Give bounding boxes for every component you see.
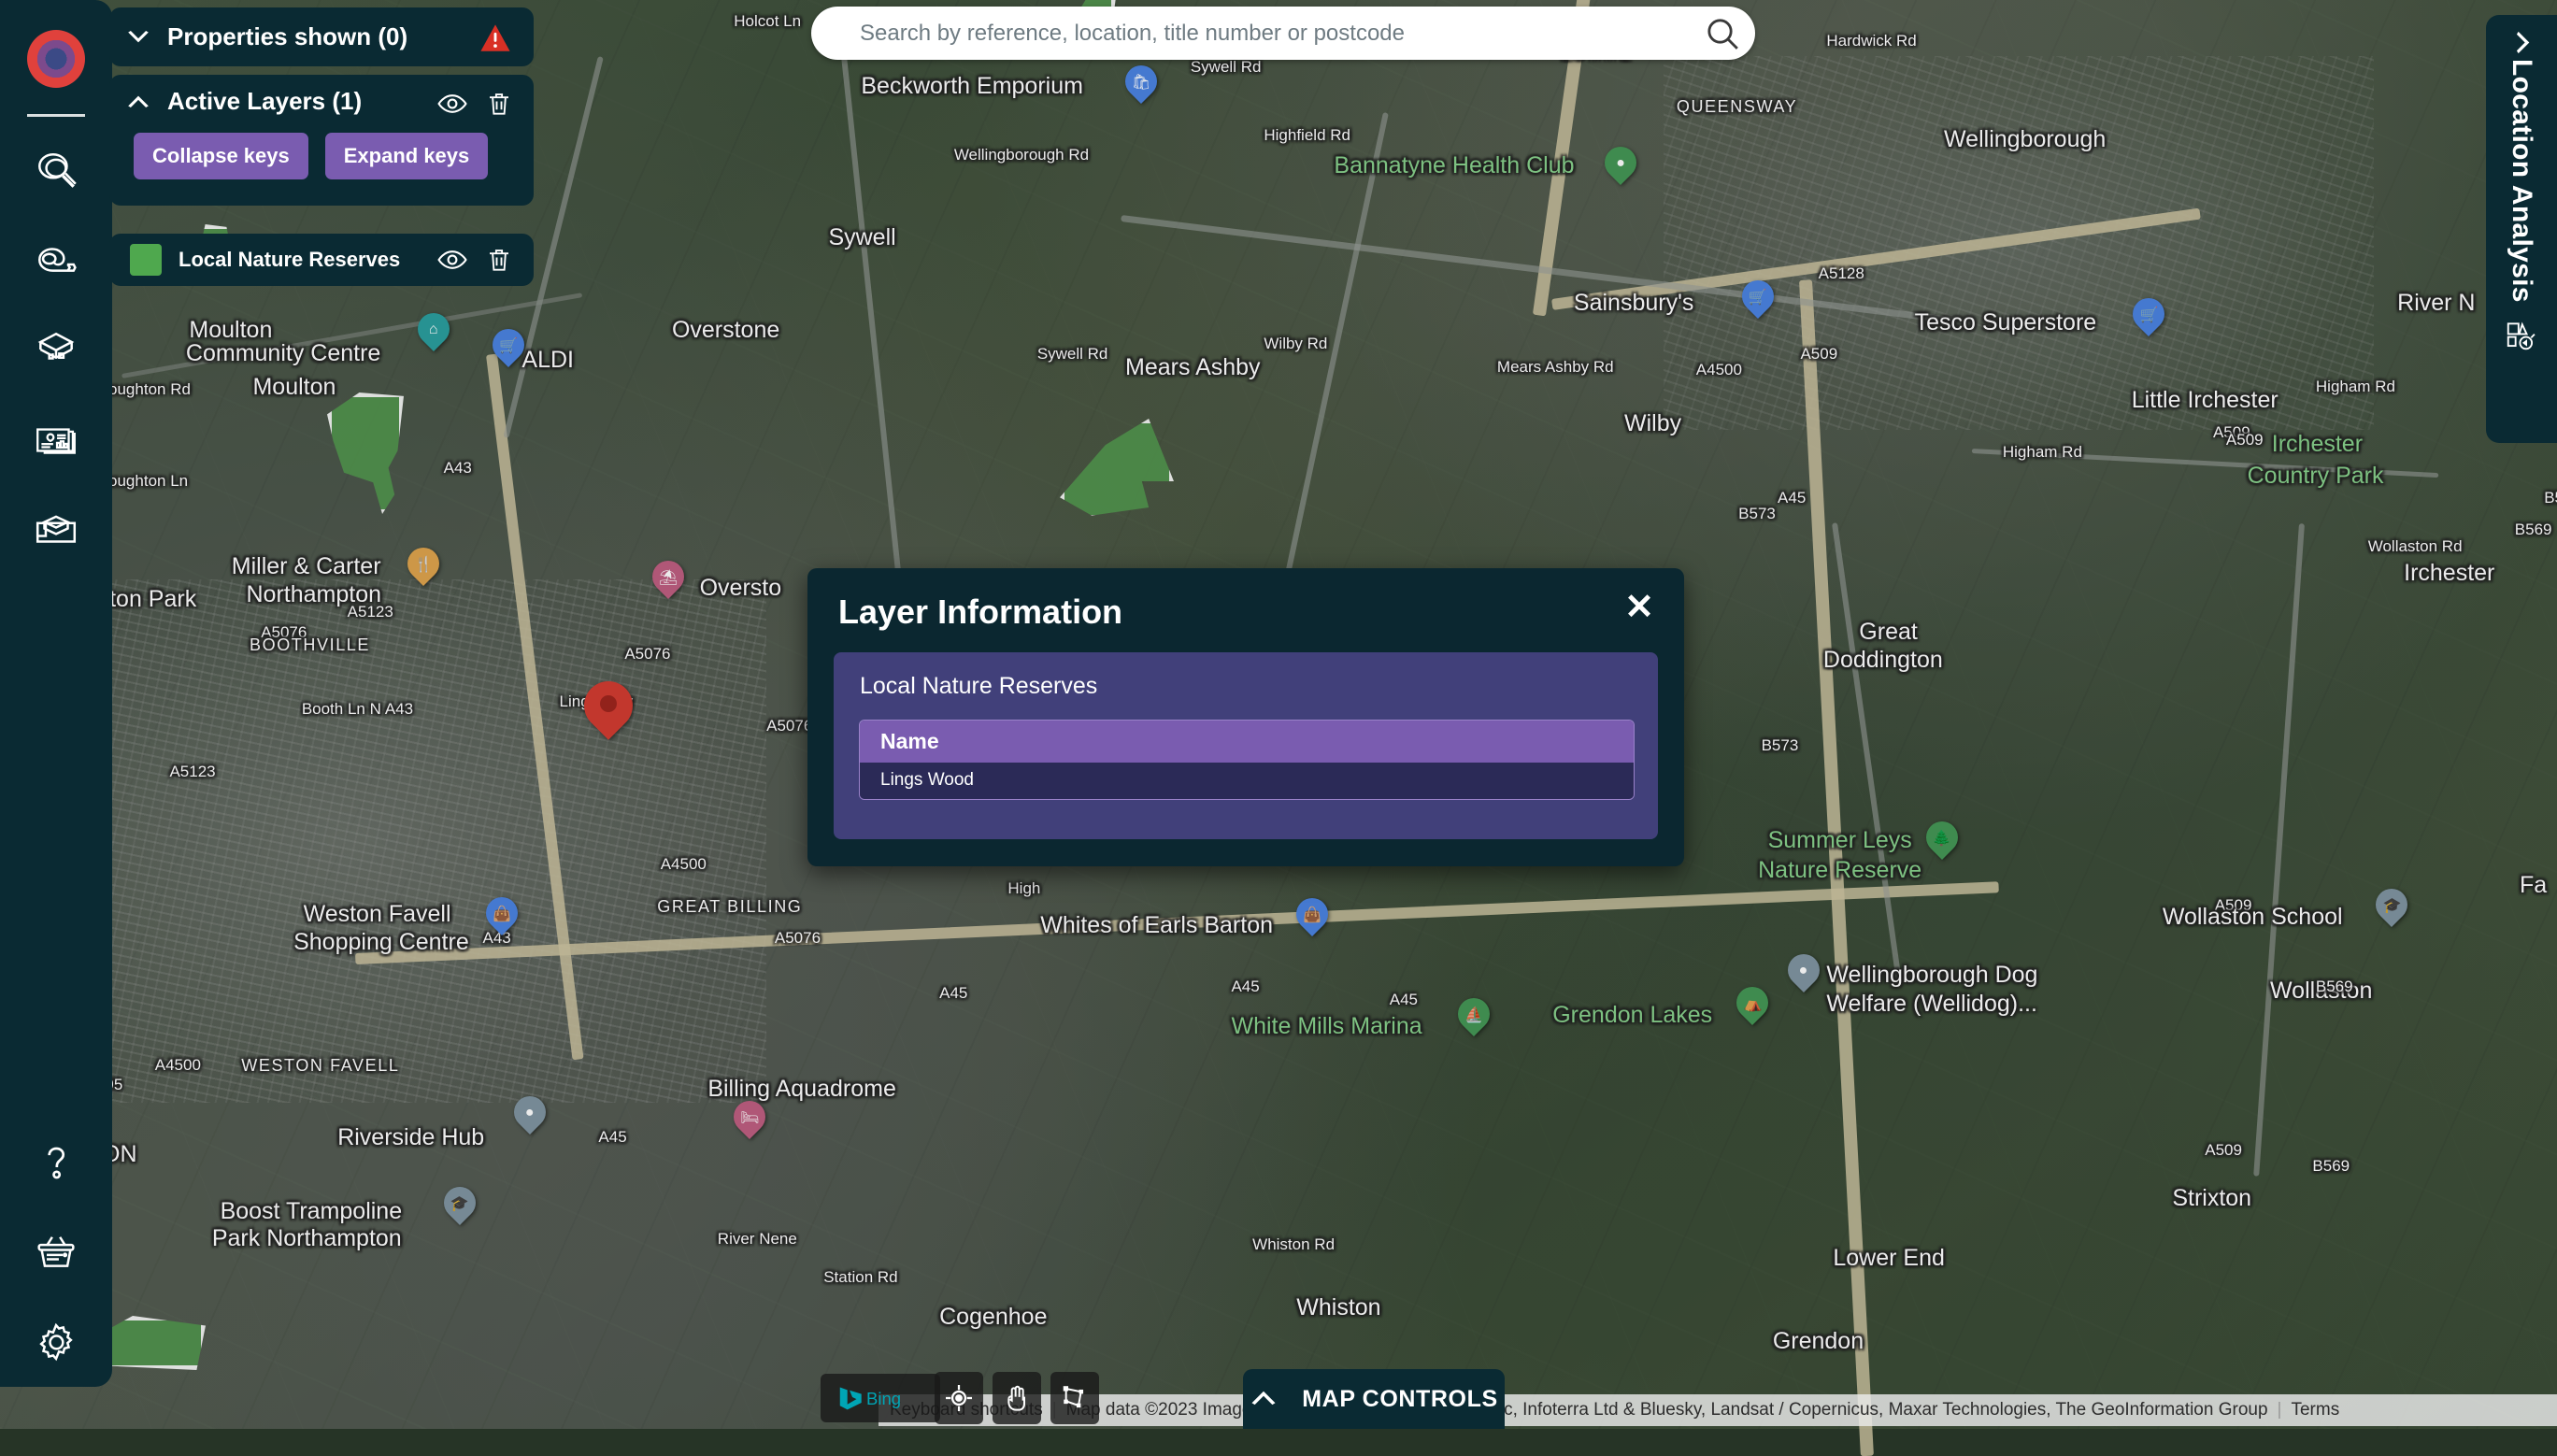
boost-trampoline-pin[interactable]: 🎓 [436, 1180, 482, 1230]
map-controls-label: MAP CONTROLS [1302, 1385, 1498, 1412]
tesco-superstore-pin[interactable]: 🛒 [2126, 292, 2172, 341]
left-rail [0, 0, 112, 1387]
pin-glyph: 👜 [1303, 907, 1322, 924]
pin-glyph: 🌲 [1932, 831, 1951, 848]
pin-glyph: 🛒 [1748, 290, 1767, 307]
eye-icon[interactable] [436, 88, 468, 120]
pin-glyph: 🛒 [2139, 307, 2159, 324]
pin-glyph: 🛒 [499, 338, 518, 355]
wollaston-school-pin[interactable]: 🎓 [2369, 881, 2415, 932]
location-analysis-label: Location Analysis [2507, 59, 2537, 303]
search-icon[interactable] [1690, 15, 1755, 52]
chevron-up-icon[interactable] [1250, 1389, 1278, 1410]
pin-glyph: 🛏 [740, 1109, 760, 1126]
pin-glyph: 👜 [493, 906, 511, 922]
map-urban-area-northampton [0, 579, 766, 1103]
rail-divider [27, 114, 85, 117]
pin-glyph: ⌂ [428, 321, 438, 338]
dialog-title: Layer Information [838, 592, 1123, 631]
rail-item-layers[interactable] [22, 306, 90, 395]
map-controls-toggle[interactable]: MAP CONTROLS [1243, 1369, 1505, 1429]
layer-color-swatch [130, 244, 162, 276]
dialog-body: Local Nature Reserves Name Lings Wood [834, 652, 1658, 839]
white-mills-marina-pin[interactable]: ⛵ [1450, 991, 1497, 1041]
location-analysis-icon [2504, 318, 2539, 358]
app-logo[interactable] [27, 30, 85, 88]
pin-glyph: 🍴 [414, 557, 434, 574]
rail-item-settings[interactable] [22, 1297, 90, 1387]
active-layers-label: Active Layers (1) [167, 86, 363, 115]
layer-list-item[interactable]: Local Nature Reserves [109, 234, 534, 286]
rail-item-site-plan[interactable] [22, 485, 90, 575]
pin-glyph: ● [1616, 155, 1625, 172]
search-bar[interactable] [811, 7, 1755, 60]
dialog-layer-name: Local Nature Reserves [860, 673, 1098, 699]
pin-glyph: ⛵ [1464, 1006, 1483, 1023]
pin-glyph: ● [1798, 962, 1808, 978]
beckworth-emporium-pin[interactable]: 🛍 [1119, 58, 1164, 108]
chevron-down-icon[interactable] [122, 30, 154, 45]
close-icon[interactable]: ✕ [1621, 589, 1658, 626]
attribution-terms[interactable]: Terms [2291, 1400, 2339, 1420]
layer-item-name: Local Nature Reserves [179, 248, 401, 271]
pin-glyph: 🎓 [2382, 898, 2402, 915]
location-analysis-tab[interactable]: Location Analysis [2486, 15, 2557, 443]
locate-crosshair-icon[interactable] [935, 1372, 983, 1424]
pin-glyph: ⛺ [1743, 995, 1763, 1012]
layer-attributes-table: Name Lings Wood [859, 720, 1635, 800]
summer-leys-pin[interactable]: 🌲 [1919, 815, 1964, 864]
properties-shown-label: Properties shown (0) [167, 22, 408, 50]
pin-center-dot [599, 695, 617, 713]
pin-glyph: 🎓 [450, 1196, 469, 1213]
warning-triangle-icon[interactable] [479, 23, 511, 51]
wellidog-pin[interactable]: ● [1780, 947, 1826, 997]
pan-hand-icon[interactable] [993, 1372, 1041, 1424]
pin-glyph: ⛱ [658, 570, 679, 587]
rail-item-measure[interactable] [22, 216, 90, 306]
trash-icon[interactable] [485, 244, 513, 276]
rail-item-basket[interactable] [22, 1207, 90, 1297]
overstone-pin[interactable]: ⛱ [645, 554, 692, 604]
selected-location-pin[interactable] [573, 671, 643, 745]
table-column-header: Name [860, 721, 1634, 763]
whites-earls-barton-pin[interactable]: 👜 [1290, 892, 1336, 941]
sainsburys-pin[interactable]: 🛒 [1735, 274, 1780, 323]
pin-glyph: 🛍 [1131, 74, 1151, 91]
rail-item-search[interactable] [22, 126, 90, 216]
billing-aquadrome-pin[interactable]: 🛏 [727, 1093, 773, 1144]
properties-shown-panel[interactable]: Properties shown (0) [109, 7, 534, 66]
search-input[interactable] [858, 13, 1690, 53]
grendon-lakes-pin[interactable]: ⛺ [1730, 979, 1776, 1030]
chevron-left-icon[interactable] [2511, 30, 2533, 56]
draw-polygon-icon[interactable] [1050, 1372, 1099, 1424]
attribution-separator-2: | [2277, 1400, 2282, 1420]
riverside-hub-pin[interactable]: ● [507, 1089, 552, 1139]
aldi-pin[interactable]: 🛒 [485, 322, 532, 372]
pin-glyph: ● [524, 1104, 535, 1121]
layer-information-dialog: Layer Information ✕ Local Nature Reserve… [807, 568, 1684, 866]
bannatyne-health-club-pin[interactable]: ● [1598, 140, 1644, 190]
collapse-keys-button[interactable]: Collapse keys [134, 133, 308, 179]
eye-icon[interactable] [436, 244, 468, 276]
rail-item-help[interactable] [22, 1118, 90, 1207]
trash-icon[interactable] [485, 88, 513, 120]
bing-logo[interactable]: Bing [821, 1374, 940, 1422]
map-attribution: Keyboard shortcuts | Map data ©2023 Imag… [879, 1394, 2557, 1426]
table-row[interactable]: Lings Wood [860, 763, 1634, 799]
weston-favell-pin[interactable]: 👜 [479, 890, 525, 940]
miller-carter-pin[interactable]: 🍴 [401, 541, 447, 591]
moulton-community-centre-pin[interactable]: ⌂ [410, 306, 456, 356]
rail-item-reports[interactable] [22, 395, 90, 485]
active-layers-panel: Active Layers (1) Collapse keys Expand k… [109, 75, 534, 206]
svg-text:Bing: Bing [866, 1389, 901, 1408]
expand-keys-button[interactable]: Expand keys [324, 133, 489, 179]
chevron-up-icon[interactable] [122, 93, 154, 108]
